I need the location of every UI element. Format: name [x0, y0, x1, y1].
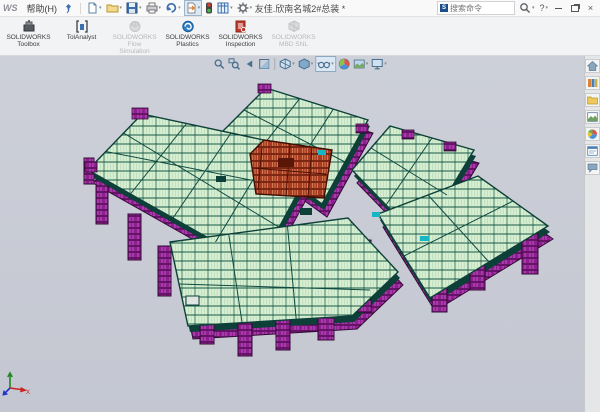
rebuild-button[interactable]: [204, 1, 214, 15]
task-pane: [584, 54, 600, 412]
flow-simulation-icon: [128, 19, 142, 34]
toolbar-separator: [80, 3, 81, 14]
dropdown-caret-icon: ▾: [532, 6, 535, 11]
dropdown-caret-icon: ▾: [331, 62, 334, 67]
solidworks-search-icon: S: [440, 4, 448, 12]
dropdown-caret-icon: ▾: [384, 62, 387, 67]
view-palette-button[interactable]: [585, 110, 600, 124]
restore-button[interactable]: [568, 2, 581, 15]
new-document-button[interactable]: ▾: [86, 1, 103, 15]
solidworks-logo: WS: [3, 3, 18, 13]
hide-show-items-button[interactable]: ▾: [315, 56, 336, 72]
close-button[interactable]: ×: [584, 2, 597, 15]
dropdown-caret-icon: ▾: [311, 62, 314, 67]
edit-document-button[interactable]: ▾: [184, 0, 203, 16]
solidworks-forum-button[interactable]: [585, 161, 600, 175]
display-style-button[interactable]: ▾: [297, 57, 315, 71]
dropdown-caret-icon: ▾: [292, 62, 295, 67]
ribbon-flow-simulation: SOLIDWORKS Flow Simulation: [108, 18, 161, 55]
dropdown-caret-icon: ▾: [250, 6, 253, 11]
triad-x-label: X: [26, 390, 30, 396]
model-3d-assembly[interactable]: [0, 54, 600, 412]
menu-help[interactable]: 帮助(H): [23, 2, 62, 15]
dropdown-caret-icon: ▾: [120, 6, 123, 11]
custom-properties-button[interactable]: [585, 144, 600, 158]
file-properties-button[interactable]: ▾: [216, 1, 234, 15]
toolbox-icon: [22, 19, 36, 34]
minimize-icon: [555, 8, 562, 9]
search-button[interactable]: ▾: [518, 2, 536, 14]
ribbon-tolanalyst[interactable]: TolAnalyst: [55, 18, 108, 41]
ribbon-plastics[interactable]: SOLIDWORKS Plastics: [161, 18, 214, 48]
zoom-to-area-button[interactable]: [227, 57, 241, 71]
design-library-button[interactable]: [585, 76, 600, 90]
title-bar: WS 帮助(H) ▾ ▾ ▾ ▾ ▾ ▾: [0, 0, 600, 17]
print-button[interactable]: ▾: [145, 1, 163, 15]
view-settings-button[interactable]: ▾: [370, 57, 388, 71]
dropdown-caret-icon: ▾: [178, 6, 181, 11]
save-button[interactable]: ▾: [125, 1, 143, 15]
document-title: 友佳.欣南名城2#总装 *: [255, 2, 346, 15]
dropdown-caret-icon: ▾: [159, 6, 162, 11]
minimize-button[interactable]: [552, 2, 565, 15]
graphics-viewport[interactable]: ▾ ▾ ▾ ▾ ▾: [0, 54, 600, 412]
toolbar-separator: [274, 58, 275, 70]
undo-button[interactable]: ▾: [164, 1, 182, 15]
open-button[interactable]: ▾: [105, 1, 124, 15]
search-input[interactable]: [450, 4, 512, 13]
options-button[interactable]: ▾: [236, 1, 254, 15]
ribbon-solidworks-toolbox[interactable]: SOLIDWORKS Toolbox: [2, 18, 55, 48]
model-core-red: [250, 140, 332, 198]
previous-view-button[interactable]: [242, 57, 256, 71]
apply-scene-button[interactable]: ▾: [352, 57, 370, 71]
dropdown-caret-icon: ▾: [366, 62, 369, 67]
ribbon-inspection[interactable]: SOLIDWORKS Inspection: [214, 18, 267, 48]
zoom-to-fit-button[interactable]: [212, 57, 226, 71]
tolanalyst-icon: [75, 19, 89, 34]
edit-appearance-button[interactable]: [337, 57, 351, 71]
ribbon-mbd-snl: SOLIDWORKS MBD SNL: [267, 18, 320, 48]
dropdown-caret-icon: ▾: [545, 6, 548, 11]
appearances-scenes-button[interactable]: [585, 127, 600, 141]
headsup-view-toolbar: ▾ ▾ ▾ ▾ ▾: [212, 56, 388, 72]
inspection-icon: [234, 19, 248, 34]
mbd-icon: [287, 19, 301, 34]
solidworks-resources-button[interactable]: [585, 59, 600, 73]
dropdown-caret-icon: ▾: [198, 6, 201, 11]
help-button[interactable]: ? ▾: [538, 3, 549, 13]
file-explorer-button[interactable]: [585, 93, 600, 107]
titlebar-right-group: S ▾ ? ▾ ×: [437, 1, 597, 15]
section-view-button[interactable]: [257, 57, 271, 71]
addins-ribbon: SOLIDWORKS Toolbox TolAnalyst SOLIDWORKS…: [0, 16, 600, 56]
dropdown-caret-icon: ▾: [139, 6, 142, 11]
dropdown-caret-icon: ▾: [99, 6, 102, 11]
view-orientation-button[interactable]: ▾: [278, 57, 296, 71]
dropdown-caret-icon: ▾: [230, 6, 233, 11]
pin-icon[interactable]: [64, 3, 73, 13]
quick-access-toolbar: ▾ ▾ ▾ ▾ ▾ ▾ ▾ ▾: [85, 0, 254, 16]
restore-icon: [571, 5, 579, 12]
reference-triad: X: [2, 370, 32, 396]
plastics-icon: [181, 19, 195, 34]
search-box[interactable]: S: [437, 1, 515, 15]
